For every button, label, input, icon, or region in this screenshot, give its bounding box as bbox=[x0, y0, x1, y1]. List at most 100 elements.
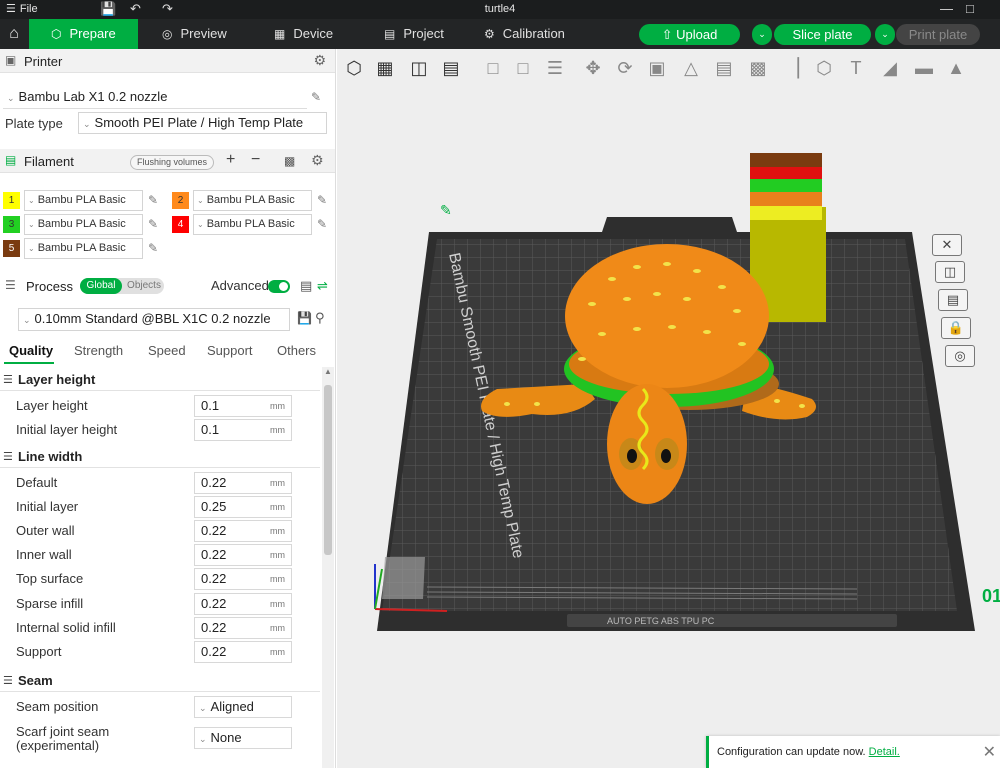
filament-slot-1-edit-icon[interactable]: ✎ bbox=[148, 193, 158, 207]
tab-project-label: Project bbox=[403, 26, 444, 41]
filament-slot-5-select[interactable]: ⌄ Bambu PLA Basic bbox=[24, 238, 143, 259]
tab-others[interactable]: Others bbox=[277, 343, 316, 358]
home-icon[interactable]: ⌂ bbox=[0, 19, 28, 49]
filament-settings-gear-icon[interactable]: ⚙ bbox=[311, 152, 324, 169]
print-plate-button[interactable]: Print plate bbox=[896, 24, 980, 45]
print-dropdown-button[interactable]: ⌄ bbox=[875, 24, 895, 45]
settings-sidebar: ▣ Printer ⚙ ⌄ Bambu Lab X1 0.2 nozzle ✎ P… bbox=[0, 49, 336, 768]
initial-layer-height-input[interactable]: 0.1 mm bbox=[194, 419, 292, 441]
filament-slot-3-select[interactable]: ⌄ Bambu PLA Basic bbox=[24, 214, 143, 235]
save-preset-icon[interactable]: 💾 bbox=[297, 311, 312, 325]
objects-option[interactable]: Objects bbox=[124, 278, 164, 294]
tab-quality[interactable]: Quality bbox=[9, 343, 53, 358]
support-line-width-label: Support bbox=[16, 644, 62, 659]
scarf-joint-seam-select[interactable]: ⌄ None bbox=[194, 727, 292, 749]
plate-orient-icon[interactable]: ◫ bbox=[935, 261, 965, 283]
bambu-studio-window: ☰ File 💾 ↶ ↷ turtle4 — □ ⌂ ⬡ Prepare ◎ Pre… bbox=[0, 0, 1000, 768]
plate-arrange-icon[interactable]: ▤ bbox=[938, 289, 968, 311]
plate-type-select[interactable]: ⌄ Smooth PEI Plate / High Temp Plate bbox=[78, 112, 327, 134]
global-objects-switch[interactable]: Global Objects bbox=[80, 278, 164, 294]
sync-filament-icon[interactable]: ▩ bbox=[284, 154, 295, 168]
sparse-infill-input[interactable]: 0.22 mm bbox=[194, 593, 292, 615]
upload-label: Upload bbox=[676, 27, 718, 42]
slice-plate-button[interactable]: Slice plate bbox=[774, 24, 871, 45]
add-filament-icon[interactable]: + bbox=[226, 151, 235, 169]
sparse-infill-label: Sparse infill bbox=[16, 596, 84, 611]
filament-slot-2-name: Bambu PLA Basic bbox=[206, 194, 295, 206]
notification-detail-link[interactable]: Detail. bbox=[869, 746, 900, 758]
process-preset-select[interactable]: ⌄ 0.10mm Standard @BBL X1C 0.2 nozzle bbox=[18, 308, 290, 331]
remove-plate-icon[interactable]: ✕ bbox=[932, 234, 962, 256]
outer-wall-label: Outer wall bbox=[16, 523, 75, 538]
slice-dropdown-button[interactable]: ⌄ bbox=[752, 24, 772, 45]
filament-slot-1-swatch[interactable]: 1 bbox=[3, 192, 20, 209]
tab-preview[interactable]: ◎ Preview bbox=[162, 19, 227, 49]
origin-marker bbox=[382, 557, 425, 599]
plate-settings-icon[interactable]: ◎ bbox=[945, 345, 975, 367]
filament-slot-5-swatch[interactable]: 5 bbox=[3, 240, 20, 257]
tab-device-label: Device bbox=[293, 26, 334, 41]
search-icon[interactable]: ⚲ bbox=[315, 310, 325, 326]
minimize-icon[interactable]: — bbox=[940, 1, 953, 16]
tab-support[interactable]: Support bbox=[207, 343, 253, 358]
filament-slot-4-swatch[interactable]: 4 bbox=[172, 216, 189, 233]
printer-select[interactable]: ⌄ Bambu Lab X1 0.2 nozzle bbox=[3, 87, 307, 109]
settings-scrollbar[interactable]: ▲ bbox=[322, 367, 334, 768]
global-option[interactable]: Global bbox=[80, 278, 122, 294]
tab-prepare-label: Prepare bbox=[69, 26, 116, 41]
eye-icon: ◎ bbox=[162, 27, 173, 41]
printer-edit-icon[interactable]: ✎ bbox=[311, 90, 321, 104]
advanced-toggle[interactable] bbox=[268, 280, 290, 293]
tab-speed[interactable]: Speed bbox=[148, 343, 186, 358]
scarf-joint-seam-label: Scarf joint seam bbox=[16, 724, 110, 739]
layer-height-input[interactable]: 0.1 mm bbox=[194, 395, 292, 417]
filament-slot-4-select[interactable]: ⌄ Bambu PLA Basic bbox=[193, 214, 312, 235]
close-icon[interactable]: ✕ bbox=[983, 742, 996, 762]
outer-wall-input[interactable]: 0.22 mm bbox=[194, 520, 292, 542]
filament-slot-3-edit-icon[interactable]: ✎ bbox=[148, 217, 158, 231]
initial-layer-line-width-input[interactable]: 0.25 mm bbox=[194, 496, 292, 518]
line-width-group-label: Line width bbox=[18, 449, 83, 464]
seam-group-label: Seam bbox=[18, 673, 53, 688]
process-compare-icon[interactable]: ⇌ bbox=[317, 278, 328, 294]
tab-prepare[interactable]: ⬡ Prepare bbox=[29, 19, 138, 49]
maximize-icon[interactable]: □ bbox=[966, 1, 974, 16]
chevron-down-icon: ⌄ bbox=[197, 220, 204, 229]
tab-device[interactable]: ▦ Device bbox=[274, 19, 333, 49]
seam-group: ☰ Seam bbox=[0, 670, 320, 692]
chevron-down-icon: ⌄ bbox=[23, 315, 31, 325]
tab-strength[interactable]: Strength bbox=[74, 343, 123, 358]
upload-button[interactable]: ⇧ Upload bbox=[639, 24, 740, 45]
filament-slot-1-select[interactable]: ⌄ Bambu PLA Basic bbox=[24, 190, 143, 211]
default-line-width-input[interactable]: 0.22 mm bbox=[194, 472, 292, 494]
scarf-joint-seam-row: Scarf joint seam (experimental) ⌄ None bbox=[0, 723, 320, 757]
inner-wall-input[interactable]: 0.22 mm bbox=[194, 544, 292, 566]
3d-viewport[interactable]: ⬡ ▦ ◫ ▤ □ □ ☰ ✥ ⟳ ▣ △ ▤ ▩ ▕ ⬡ T ◢ ▬ ▲ AU… bbox=[337, 49, 1000, 768]
seam-icon: ☰ bbox=[3, 675, 13, 687]
seam-position-select[interactable]: ⌄ Aligned bbox=[194, 696, 292, 718]
internal-solid-infill-row: Internal solid infill 0.22 mm bbox=[0, 616, 320, 640]
filament-slot-3-swatch[interactable]: 3 bbox=[3, 216, 20, 233]
top-surface-input[interactable]: 0.22 mm bbox=[194, 568, 292, 590]
internal-solid-infill-input[interactable]: 0.22 mm bbox=[194, 617, 292, 639]
remove-filament-icon[interactable]: − bbox=[251, 151, 260, 169]
tab-calibration[interactable]: ⚙ Calibration bbox=[484, 19, 565, 49]
filament-slot-2-edit-icon[interactable]: ✎ bbox=[317, 193, 327, 207]
lock-plate-icon[interactable]: 🔒 bbox=[941, 317, 971, 339]
scroll-up-icon[interactable]: ▲ bbox=[324, 367, 332, 376]
flushing-volumes-button[interactable]: Flushing volumes bbox=[130, 155, 214, 170]
layer-height-group-label: Layer height bbox=[18, 372, 96, 387]
main-nav-bar: ⌂ ⬡ Prepare ◎ Preview ▦ Device ▤ Project ⚙ Ca… bbox=[0, 19, 1000, 49]
filament-slot-4-edit-icon[interactable]: ✎ bbox=[317, 217, 327, 231]
support-line-width-input[interactable]: 0.22 mm bbox=[194, 641, 292, 663]
filament-slot-2-swatch[interactable]: 2 bbox=[172, 192, 189, 209]
scrollbar-thumb[interactable] bbox=[324, 385, 332, 555]
chevron-down-icon: ⌄ bbox=[83, 119, 91, 129]
process-list-icon[interactable]: ▤ bbox=[300, 278, 312, 294]
tab-project[interactable]: ▤ Project bbox=[384, 19, 444, 49]
printer-icon: ▣ bbox=[5, 53, 17, 67]
filament-slot-5-edit-icon[interactable]: ✎ bbox=[148, 241, 158, 255]
plate-edit-icon[interactable]: ✎ bbox=[440, 202, 452, 218]
printer-settings-gear-icon[interactable]: ⚙ bbox=[313, 52, 326, 69]
filament-slot-2-select[interactable]: ⌄ Bambu PLA Basic bbox=[193, 190, 312, 211]
